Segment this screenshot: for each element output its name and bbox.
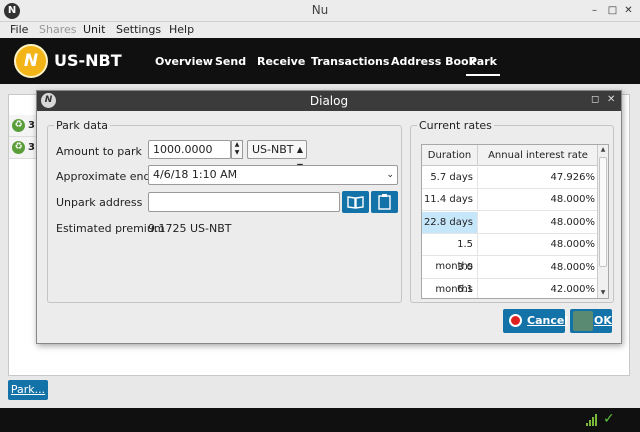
current-rates-group: Current rates Duration Annual interest r… [410,119,614,303]
rate-value-cell[interactable]: 48.000% [478,257,599,279]
cancel-button[interactable]: Cancel [503,309,569,333]
park-data-title: Park data [54,119,111,132]
amount-input[interactable]: 1000.0000 [148,140,231,159]
rate-value-cell[interactable]: 48.000% [478,234,599,257]
nav-overview[interactable]: Overview [155,55,213,68]
nav-send[interactable]: Send [215,55,246,68]
park-button[interactable]: Park... [8,380,48,400]
status-bar: ✓ [0,408,640,432]
menu-settings[interactable]: Settings [116,22,161,38]
amount-spinner[interactable]: ▲ ▼ [231,140,243,159]
nav-park[interactable]: Park [466,55,500,76]
nav-transactions[interactable]: Transactions [311,55,389,68]
rate-value-cell[interactable]: 48.000% [478,189,599,212]
ok-icon [573,311,593,331]
brand-name: US-NBT [54,51,122,70]
window-title: Nu [311,3,329,17]
main-toolbar: N US-NBT Overview Send Receive Transacti… [0,38,640,84]
rate-duration-cell[interactable]: 6.1 months [422,279,478,298]
list-item[interactable]: ♻ 3. [9,137,39,159]
duration-header[interactable]: Duration [422,145,478,166]
book-icon [347,196,364,209]
end-label: Approximate end [56,170,151,183]
brand-logo-icon: N [14,44,48,78]
rate-duration-cell[interactable]: 11.4 days [422,189,478,212]
ok-button[interactable]: OK [570,309,612,333]
list-item[interactable]: ♻ 3. [9,115,39,137]
menu-bar: File Shares Unit Settings Help [0,22,640,38]
rates-scrollbar[interactable]: ▲ ▼ [597,145,608,298]
dialog-close-icon[interactable]: ✕ [607,94,615,105]
paste-button[interactable] [371,191,398,213]
ok-label: OK [594,314,612,327]
rate-value-cell[interactable]: 47.926% [478,167,599,189]
rate-duration-cell[interactable]: 22.8 days [422,211,478,234]
scroll-down-icon[interactable]: ▼ [598,288,608,298]
unit-select[interactable]: US-NBT ▲▼ [247,140,307,171]
rate-value-cell[interactable]: 48.000% [478,212,599,234]
close-icon[interactable]: ✕ [622,4,635,17]
minimize-icon[interactable]: – [588,4,601,17]
current-rates-title: Current rates [417,119,494,132]
dialog-maximize-icon[interactable]: ◻ [591,94,599,105]
maximize-icon[interactable]: □ [606,4,619,17]
park-dialog: N Dialog ◻ ✕ Park data Amount to park 10… [36,90,622,344]
menu-help[interactable]: Help [169,22,194,38]
rate-duration-cell[interactable]: 1.5 months [422,234,478,272]
rate-duration-cell[interactable]: 5.7 days [422,167,478,189]
cancel-label: Cancel [527,314,569,327]
unpark-address-input[interactable] [148,192,340,212]
menu-shares: Shares [39,23,77,36]
nav-receive[interactable]: Receive [257,55,305,68]
chevron-down-icon: ⌄ [386,170,394,180]
scroll-up-icon[interactable]: ▲ [598,145,608,155]
clipboard-icon [378,194,391,210]
dialog-title: Dialog [309,94,349,108]
end-date-select[interactable]: 4/6/18 1:10 AM ⌄ [148,165,398,185]
window-title-bar: N Nu – □ ✕ [0,0,640,22]
park-data-group: Park data Amount to park 1000.0000 ▲ ▼ US… [47,119,402,303]
synced-check-icon: ✓ [603,411,615,427]
network-signal-icon [586,414,598,426]
menu-unit[interactable]: Unit [83,22,105,38]
amount-label: Amount to park [56,145,142,158]
nav-address-book[interactable]: Address Book [391,55,476,68]
premium-value: 9.1725 US-NBT [148,222,232,235]
recycle-icon: ♻ [12,119,25,132]
scroll-thumb[interactable] [599,157,607,267]
unit-select-value: US-NBT [252,143,294,156]
cancel-icon [509,314,522,327]
address-book-button[interactable] [342,191,369,213]
unpark-label: Unpark address [56,196,143,209]
menu-file[interactable]: File [10,22,28,38]
rate-header[interactable]: Annual interest rate [478,145,599,166]
end-date-value: 4/6/18 1:10 AM [153,168,238,181]
rates-table[interactable]: Duration Annual interest rate 5.7 days 47… [421,144,609,299]
rate-duration-cell[interactable]: 3.0 months [422,256,478,295]
recycle-icon: ♻ [12,141,25,154]
rate-value-cell[interactable]: 42.000% [478,279,599,298]
dialog-title-bar: N Dialog ◻ ✕ [37,91,621,111]
